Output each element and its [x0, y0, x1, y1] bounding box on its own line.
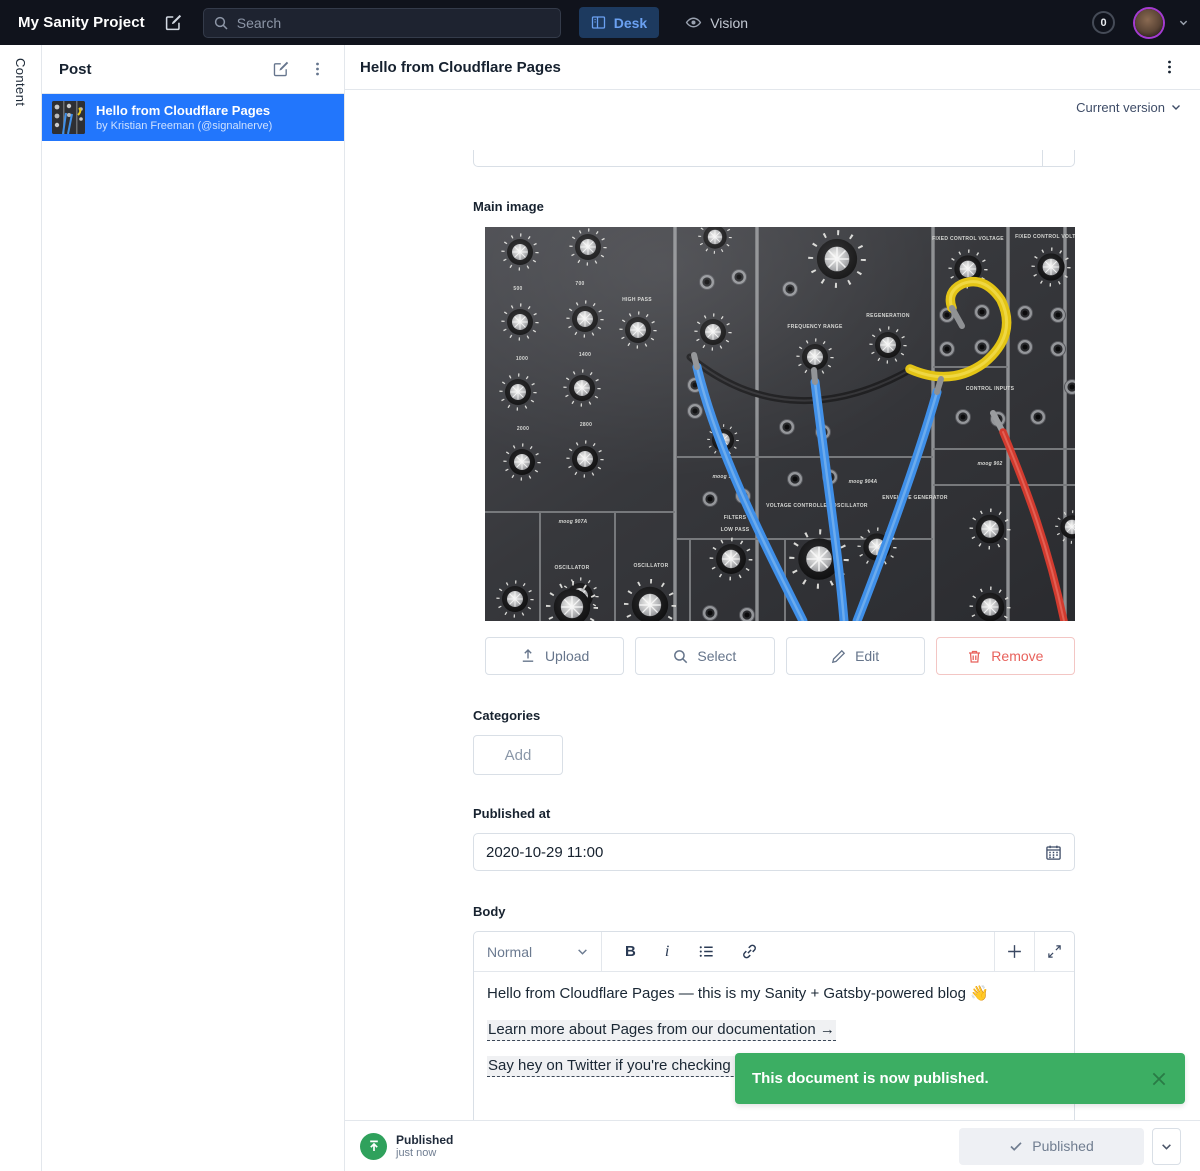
- document-menu-button[interactable]: [1154, 52, 1184, 82]
- upload-icon: [520, 648, 536, 664]
- post-list-item-selected[interactable]: Hello from Cloudflare Pages by Kristian …: [42, 94, 344, 141]
- toast-message: This document is now published.: [752, 1070, 1150, 1087]
- body-label: Body: [473, 904, 506, 919]
- calendar-icon[interactable]: [1045, 844, 1062, 861]
- compose-icon: [272, 60, 290, 78]
- list-pane-header: Post: [42, 45, 344, 94]
- body-link[interactable]: Learn more about Pages from our document…: [487, 1020, 836, 1041]
- select-button[interactable]: Select: [635, 637, 774, 675]
- notifications-badge[interactable]: 0: [1092, 11, 1115, 34]
- toast-close-icon[interactable]: [1150, 1070, 1168, 1088]
- tab-vision[interactable]: Vision: [673, 7, 760, 38]
- create-post-button[interactable]: [266, 54, 296, 84]
- tab-desk[interactable]: Desk: [579, 7, 659, 38]
- bullet-list-button[interactable]: [698, 943, 715, 960]
- search-icon: [214, 16, 228, 30]
- compose-icon: [164, 13, 183, 32]
- document-editor-pane: Hello from Cloudflare Pages Current vers…: [345, 45, 1200, 1171]
- kebab-menu-icon: [1162, 59, 1177, 75]
- publish-button[interactable]: Published: [959, 1128, 1144, 1165]
- format-buttons: B i: [602, 932, 994, 971]
- desk-icon: [591, 15, 606, 30]
- top-navbar: My Sanity Project: [0, 0, 1200, 45]
- body-text: Hello from Cloudflare Pages — this is my…: [487, 985, 989, 1002]
- global-search[interactable]: [203, 8, 561, 38]
- text-style-value: Normal: [487, 944, 532, 960]
- published-at-label: Published at: [473, 806, 550, 821]
- sanity-studio-app: My Sanity Project: [0, 0, 1200, 1171]
- trash-icon: [967, 649, 982, 664]
- search-icon: [673, 649, 688, 664]
- publish-status-title: Published: [396, 1133, 453, 1147]
- image-actions: Upload Select Edit: [485, 637, 1075, 675]
- bold-button[interactable]: B: [625, 943, 636, 960]
- post-thumbnail: [52, 101, 85, 134]
- publish-menu-chevron-button[interactable]: [1152, 1128, 1181, 1165]
- vision-tab-label: Vision: [710, 15, 748, 31]
- sidebar-content-label: Content: [13, 58, 28, 1171]
- list-pane-title: Post: [59, 61, 266, 78]
- list-pane-menu-button[interactable]: [302, 54, 332, 84]
- published-at-input[interactable]: [486, 844, 1035, 861]
- remove-button[interactable]: Remove: [936, 637, 1075, 675]
- eye-icon: [685, 14, 702, 31]
- remove-label: Remove: [991, 648, 1043, 664]
- clipped-field-divider: [1042, 150, 1043, 166]
- publish-success-toast: This document is now published.: [735, 1053, 1185, 1104]
- document-title: Hello from Cloudflare Pages: [360, 59, 1154, 76]
- sidebar-content-rail[interactable]: Content: [0, 45, 42, 1171]
- desk-tab-label: Desk: [614, 15, 647, 31]
- publish-status-time: just now: [396, 1147, 453, 1160]
- publish-button-label: Published: [1032, 1138, 1094, 1154]
- document-form: Main image: [345, 90, 1200, 1171]
- editor-toolbar: Normal B i: [474, 932, 1074, 972]
- link-button[interactable]: [741, 943, 758, 960]
- project-title: My Sanity Project: [12, 14, 145, 31]
- main-image-label: Main image: [473, 199, 544, 214]
- body-paragraph: Hello from Cloudflare Pages — this is my…: [487, 982, 1061, 1006]
- italic-button[interactable]: i: [662, 943, 672, 961]
- document-list-pane: Post: [42, 45, 345, 1171]
- upload-label: Upload: [545, 648, 589, 664]
- pencil-icon: [831, 649, 846, 664]
- post-item-subtitle: by Kristian Freeman (@signalnerve): [96, 119, 272, 133]
- upload-button[interactable]: Upload: [485, 637, 624, 675]
- document-header: Hello from Cloudflare Pages: [345, 45, 1200, 90]
- new-document-button[interactable]: [159, 8, 189, 38]
- publish-status-icon: [360, 1133, 387, 1160]
- insert-block-button[interactable]: [994, 932, 1034, 971]
- fullscreen-expand-button[interactable]: [1034, 932, 1074, 971]
- chevron-down-icon: [577, 946, 588, 957]
- text-style-select[interactable]: Normal: [474, 932, 602, 971]
- user-menu-chevron-down-icon[interactable]: [1179, 18, 1188, 27]
- document-footer-bar: Published just now Published: [345, 1120, 1200, 1171]
- main-image-photo: 5007001000140020002800HIGH PASSFREQUENCY…: [485, 227, 1075, 621]
- edit-label: Edit: [855, 648, 879, 664]
- published-at-field: [473, 833, 1075, 871]
- edit-button[interactable]: Edit: [786, 637, 925, 675]
- check-icon: [1009, 1139, 1023, 1153]
- search-input[interactable]: [237, 15, 550, 31]
- add-category-button[interactable]: Add: [473, 735, 563, 775]
- body-paragraph: Learn more about Pages from our document…: [487, 1018, 1061, 1042]
- select-label: Select: [697, 648, 736, 664]
- clipped-field-above[interactable]: [473, 150, 1075, 167]
- user-avatar[interactable]: [1135, 9, 1163, 37]
- post-item-title: Hello from Cloudflare Pages: [96, 103, 272, 119]
- categories-label: Categories: [473, 708, 540, 723]
- kebab-menu-icon: [310, 61, 325, 77]
